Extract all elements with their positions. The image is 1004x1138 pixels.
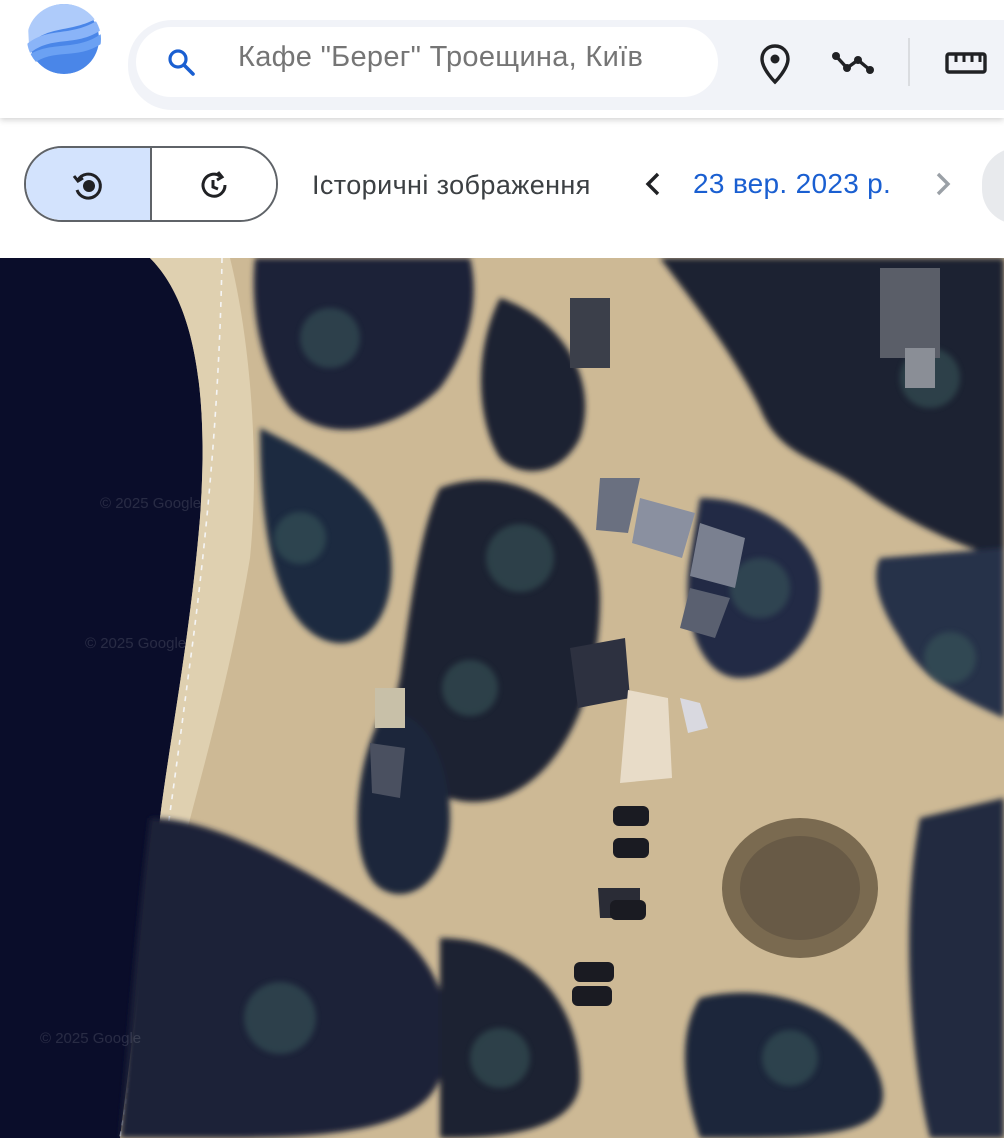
ruler-icon[interactable]	[942, 42, 987, 86]
satellite-map[interactable]: © 2025 Google © 2025 Google © 2025 Googl…	[0, 258, 1004, 1138]
toolbar-divider	[908, 38, 910, 86]
historical-imagery-label: Історичні зображення	[312, 170, 591, 200]
path-tool-icon[interactable]	[830, 42, 874, 86]
search-icon[interactable]	[166, 47, 196, 77]
map-watermark: © 2025 Google	[100, 495, 201, 512]
time-mode-toggle	[24, 146, 278, 222]
map-watermark: © 2025 Google	[40, 1030, 141, 1047]
more-options-button[interactable]	[982, 148, 1004, 224]
cafe-roof	[620, 690, 672, 783]
trees-far-east-south	[909, 798, 1004, 1138]
history-globe-icon	[72, 172, 102, 200]
google-earth-logo[interactable]	[27, 4, 101, 74]
search-box[interactable]: Кафе "Берег" Троещина, Київ	[136, 27, 718, 97]
chevron-left-icon[interactable]	[640, 170, 668, 198]
top-toolbar: Кафе "Берег" Троещина, Київ	[0, 0, 1004, 118]
search-input[interactable]: Кафе "Берег" Троещина, Київ	[238, 41, 643, 74]
satellite-imagery: © 2025 Google © 2025 Google © 2025 Googl…	[0, 258, 1004, 1138]
timelapse-button[interactable]	[152, 148, 276, 220]
historical-imagery-bar: Історичні зображення 23 вер. 2023 р.	[0, 118, 1004, 258]
map-watermark: © 2025 Google	[85, 635, 186, 652]
place-marker-icon[interactable]	[753, 42, 797, 86]
search-bar-container: Кафе "Берег" Троещина, Київ	[128, 20, 1004, 110]
clock-refresh-icon	[201, 171, 227, 198]
chevron-right-icon[interactable]	[928, 170, 956, 198]
imagery-date[interactable]: 23 вер. 2023 р.	[693, 168, 891, 200]
historical-imagery-button[interactable]	[26, 148, 152, 220]
